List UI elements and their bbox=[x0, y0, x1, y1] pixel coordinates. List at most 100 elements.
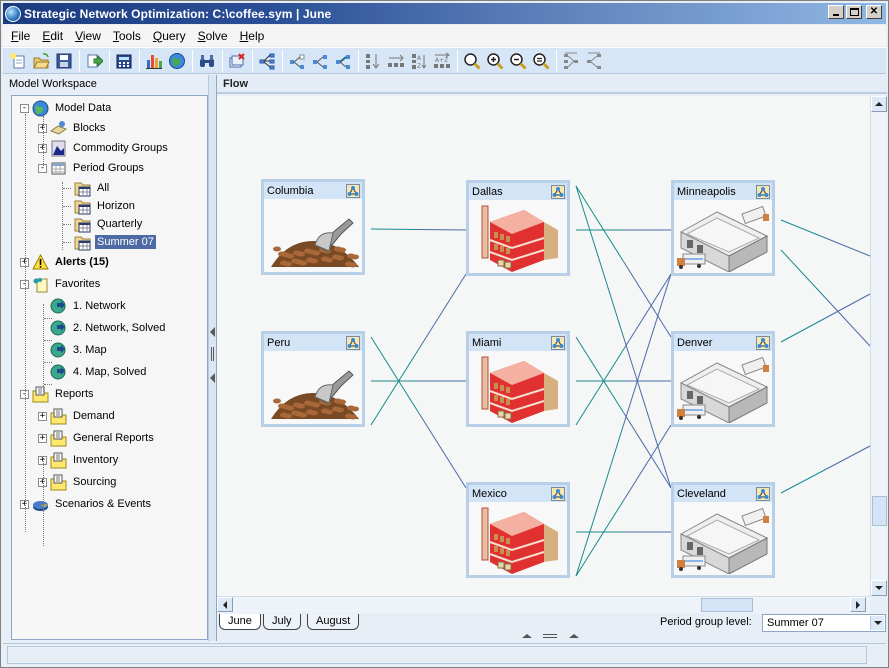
scroll-right-button[interactable] bbox=[850, 597, 866, 612]
edge-peru-dallas[interactable] bbox=[370, 273, 467, 426]
delete-window-button[interactable] bbox=[226, 50, 248, 72]
expand-right-button[interactable] bbox=[583, 50, 605, 72]
sort-az-vertical-button[interactable]: AZ bbox=[408, 50, 430, 72]
vertical-scroll-thumb[interactable] bbox=[872, 496, 887, 526]
edge-minneapolis-offscreen[interactable] bbox=[780, 249, 870, 347]
network-node-minneapolis[interactable]: Minneapolis bbox=[671, 180, 775, 276]
bar-chart-button[interactable] bbox=[143, 50, 165, 72]
edge-miami-minneapolis[interactable] bbox=[575, 273, 672, 426]
scroll-down-button[interactable] bbox=[871, 580, 887, 596]
period-tab-august[interactable]: August bbox=[307, 614, 360, 630]
network-canvas[interactable]: Columbia Peru Dallas Miami Mexico Minneapolis… bbox=[217, 96, 870, 596]
tree-item[interactable]: + Commodity Groups bbox=[38, 138, 170, 158]
period-tab-june[interactable]: June bbox=[219, 614, 261, 630]
sort-az-horizontal-button[interactable]: A+Z bbox=[431, 50, 453, 72]
zoom-fit-button[interactable] bbox=[530, 50, 552, 72]
network-node-cleveland[interactable]: Cleveland bbox=[671, 482, 775, 578]
arrange-horizontal-button[interactable] bbox=[385, 50, 407, 72]
save-button[interactable] bbox=[53, 50, 75, 72]
close-button[interactable]: ✕ bbox=[866, 5, 882, 19]
bottom-splitter[interactable] bbox=[217, 633, 887, 640]
edge-columbia-dallas[interactable] bbox=[370, 228, 467, 231]
zoom-in-button[interactable] bbox=[484, 50, 506, 72]
menu-view[interactable]: View bbox=[75, 29, 101, 43]
tree-item[interactable]: Quarterly bbox=[62, 214, 144, 234]
tree-item[interactable]: Horizon bbox=[62, 196, 137, 216]
network-node-dallas[interactable]: Dallas bbox=[466, 180, 570, 276]
network-node-peru[interactable]: Peru bbox=[261, 331, 365, 427]
horizontal-scroll-thumb[interactable] bbox=[701, 598, 753, 612]
collapse-left-arrow-icon[interactable] bbox=[210, 327, 215, 337]
menu-solve[interactable]: Solve bbox=[198, 29, 228, 43]
period-tab-july[interactable]: July bbox=[263, 614, 301, 630]
network-node-miami[interactable]: Miami bbox=[466, 331, 570, 427]
tree-item[interactable]: - Period Groups bbox=[38, 158, 146, 178]
network-node-columbia[interactable]: Columbia bbox=[261, 179, 365, 275]
scroll-up-button[interactable] bbox=[871, 96, 887, 112]
node-properties-button[interactable] bbox=[551, 335, 565, 350]
tree-item[interactable]: - Model Data bbox=[20, 98, 113, 118]
node-select-button[interactable] bbox=[286, 50, 308, 72]
edge-mexico-denver[interactable] bbox=[575, 424, 672, 577]
edge-mexico-minneapolis[interactable] bbox=[575, 273, 672, 577]
tree-item[interactable]: + Alerts (15) bbox=[20, 252, 111, 272]
open-button[interactable] bbox=[30, 50, 52, 72]
expand-up-arrow-icon[interactable] bbox=[569, 634, 579, 638]
node-connect-button[interactable] bbox=[309, 50, 331, 72]
sort-vertical-button[interactable] bbox=[362, 50, 384, 72]
collapse-left-button[interactable] bbox=[560, 50, 582, 72]
node-properties-button[interactable] bbox=[756, 335, 770, 350]
horizontal-scrollbar[interactable] bbox=[217, 596, 870, 613]
menu-tools[interactable]: Tools bbox=[113, 29, 141, 43]
node-properties-button[interactable] bbox=[551, 486, 565, 501]
tree-item[interactable]: + Blocks bbox=[38, 118, 107, 138]
tree-item[interactable]: 3. Map bbox=[38, 340, 109, 360]
binoculars-button[interactable] bbox=[196, 50, 218, 72]
dropdown-button[interactable] bbox=[870, 616, 884, 630]
network-node-mexico[interactable]: Mexico bbox=[466, 482, 570, 578]
node-properties-button[interactable] bbox=[346, 183, 360, 198]
tree-item[interactable]: + Inventory bbox=[38, 450, 120, 470]
node-link-button[interactable] bbox=[332, 50, 354, 72]
zoom-button[interactable] bbox=[461, 50, 483, 72]
period-group-level-select[interactable]: Summer 07 bbox=[762, 614, 886, 632]
edge-dallas-denver[interactable] bbox=[575, 185, 672, 338]
tree-item[interactable]: Summer 07 bbox=[62, 232, 156, 252]
edge-peru-mexico[interactable] bbox=[370, 336, 467, 489]
menu-edit[interactable]: Edit bbox=[42, 29, 63, 43]
tree-item[interactable]: - Reports bbox=[20, 384, 96, 404]
node-properties-button[interactable] bbox=[551, 184, 565, 199]
tree-item[interactable]: 2. Network, Solved bbox=[38, 318, 167, 338]
tree-item[interactable]: - Favorites bbox=[20, 274, 102, 294]
menu-help[interactable]: Help bbox=[240, 29, 265, 43]
collapse-icon[interactable]: - bbox=[20, 103, 29, 113]
tree-item[interactable]: 4. Map, Solved bbox=[38, 362, 148, 382]
minimize-button[interactable] bbox=[828, 5, 844, 19]
tree-item[interactable]: + Scenarios & Events bbox=[20, 494, 153, 514]
expand-icon[interactable]: + bbox=[38, 411, 47, 421]
zoom-out-button[interactable] bbox=[507, 50, 529, 72]
panel-splitter[interactable] bbox=[208, 75, 217, 641]
export-button[interactable] bbox=[83, 50, 105, 72]
tree-item[interactable]: + General Reports bbox=[38, 428, 156, 448]
collapse-left-arrow-icon[interactable] bbox=[210, 373, 215, 383]
node-properties-button[interactable] bbox=[756, 486, 770, 501]
edge-miami-cleveland[interactable] bbox=[575, 336, 672, 489]
network-tree-button[interactable] bbox=[256, 50, 278, 72]
menu-query[interactable]: Query bbox=[153, 29, 186, 43]
vertical-scrollbar[interactable] bbox=[870, 96, 887, 596]
network-node-denver[interactable]: Denver bbox=[671, 331, 775, 427]
scroll-left-button[interactable] bbox=[217, 597, 233, 612]
maximize-button[interactable] bbox=[846, 5, 862, 19]
tree-item[interactable]: + Sourcing bbox=[38, 472, 118, 492]
menu-file[interactable]: File bbox=[11, 29, 30, 43]
expand-up-arrow-icon[interactable] bbox=[522, 634, 532, 638]
tree-item[interactable]: 1. Network bbox=[38, 296, 128, 316]
splitter-grip[interactable] bbox=[543, 634, 557, 638]
calculator-button[interactable] bbox=[113, 50, 135, 72]
node-properties-button[interactable] bbox=[346, 335, 360, 350]
node-properties-button[interactable] bbox=[756, 184, 770, 199]
edge-dallas-cleveland[interactable] bbox=[575, 185, 672, 489]
edge-cleveland-offscreen[interactable] bbox=[780, 445, 870, 494]
globe-button[interactable] bbox=[166, 50, 188, 72]
